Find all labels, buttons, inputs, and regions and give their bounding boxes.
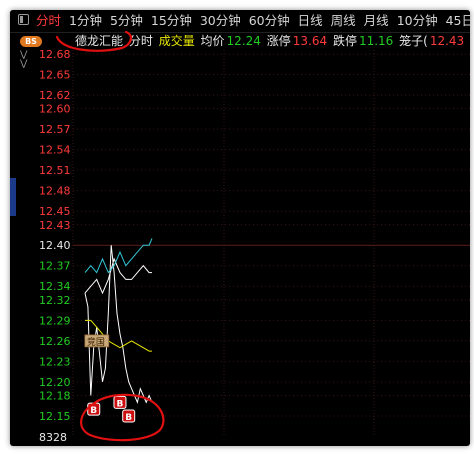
red-annotation-layer (55, 30, 165, 442)
chart-window: 分时 1分钟 5分钟 15分钟 30分钟 60分钟 日线 周线 月线 10分钟 … (10, 10, 470, 446)
circle-annotation (80, 393, 165, 442)
underline-annotation (55, 30, 132, 52)
